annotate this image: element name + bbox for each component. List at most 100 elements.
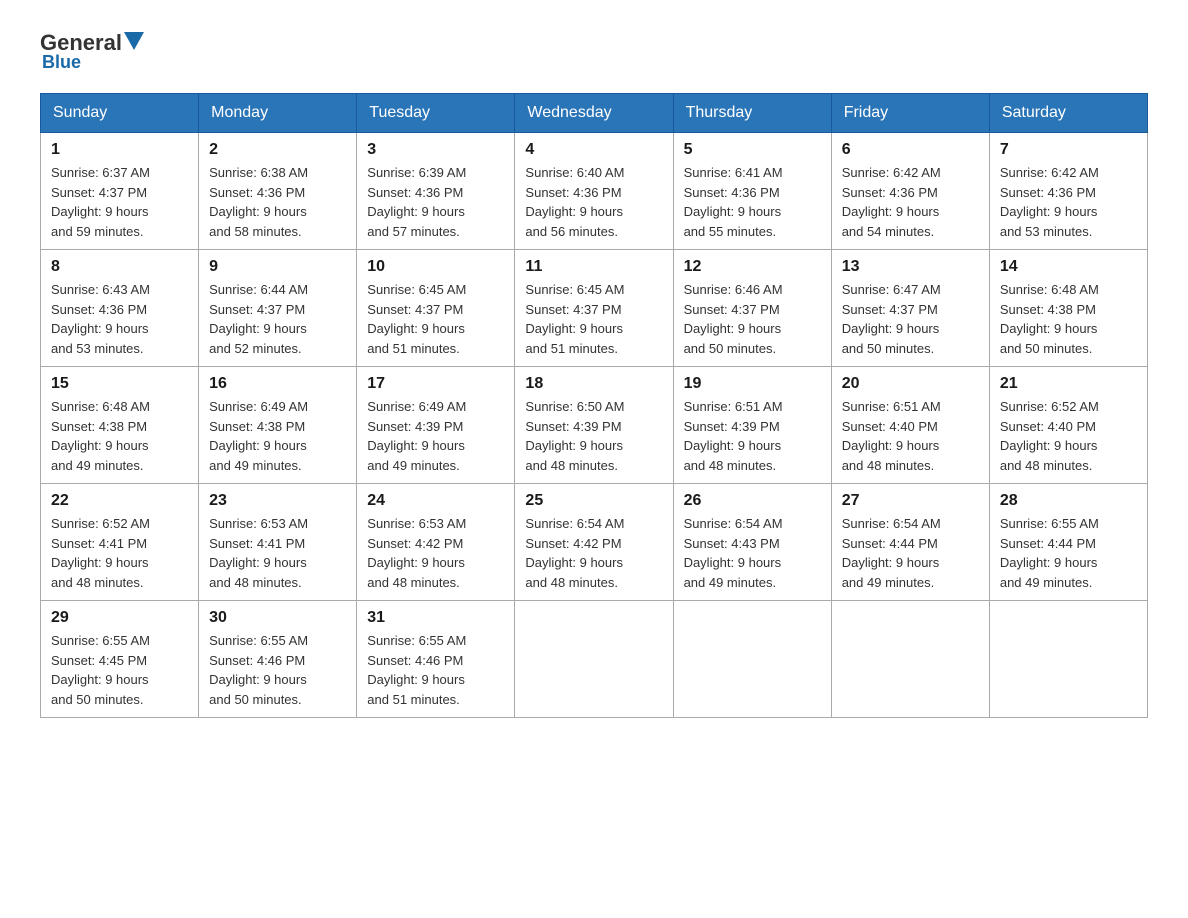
day-info: Sunrise: 6:45 AMSunset: 4:37 PMDaylight:… <box>367 280 504 358</box>
day-number: 9 <box>209 258 346 276</box>
day-cell-18: 18 Sunrise: 6:50 AMSunset: 4:39 PMDaylig… <box>515 367 673 484</box>
day-info: Sunrise: 6:49 AMSunset: 4:38 PMDaylight:… <box>209 397 346 475</box>
page-header: General Blue <box>40 30 1148 73</box>
day-number: 10 <box>367 258 504 276</box>
day-cell-6: 6 Sunrise: 6:42 AMSunset: 4:36 PMDayligh… <box>831 133 989 250</box>
calendar-week-2: 8 Sunrise: 6:43 AMSunset: 4:36 PMDayligh… <box>41 250 1148 367</box>
day-number: 29 <box>51 609 188 627</box>
day-cell-13: 13 Sunrise: 6:47 AMSunset: 4:37 PMDaylig… <box>831 250 989 367</box>
day-cell-25: 25 Sunrise: 6:54 AMSunset: 4:42 PMDaylig… <box>515 484 673 601</box>
day-number: 1 <box>51 141 188 159</box>
day-cell-23: 23 Sunrise: 6:53 AMSunset: 4:41 PMDaylig… <box>199 484 357 601</box>
day-number: 2 <box>209 141 346 159</box>
day-number: 8 <box>51 258 188 276</box>
empty-cell <box>989 601 1147 718</box>
calendar-table: SundayMondayTuesdayWednesdayThursdayFrid… <box>40 93 1148 718</box>
day-info: Sunrise: 6:46 AMSunset: 4:37 PMDaylight:… <box>684 280 821 358</box>
day-cell-28: 28 Sunrise: 6:55 AMSunset: 4:44 PMDaylig… <box>989 484 1147 601</box>
day-info: Sunrise: 6:38 AMSunset: 4:36 PMDaylight:… <box>209 163 346 241</box>
day-info: Sunrise: 6:51 AMSunset: 4:39 PMDaylight:… <box>684 397 821 475</box>
day-info: Sunrise: 6:39 AMSunset: 4:36 PMDaylight:… <box>367 163 504 241</box>
day-cell-30: 30 Sunrise: 6:55 AMSunset: 4:46 PMDaylig… <box>199 601 357 718</box>
day-cell-5: 5 Sunrise: 6:41 AMSunset: 4:36 PMDayligh… <box>673 133 831 250</box>
day-info: Sunrise: 6:44 AMSunset: 4:37 PMDaylight:… <box>209 280 346 358</box>
weekday-header-wednesday: Wednesday <box>515 94 673 133</box>
day-number: 11 <box>525 258 662 276</box>
day-number: 23 <box>209 492 346 510</box>
day-cell-2: 2 Sunrise: 6:38 AMSunset: 4:36 PMDayligh… <box>199 133 357 250</box>
empty-cell <box>673 601 831 718</box>
empty-cell <box>515 601 673 718</box>
day-number: 5 <box>684 141 821 159</box>
day-number: 18 <box>525 375 662 393</box>
day-number: 25 <box>525 492 662 510</box>
day-number: 7 <box>1000 141 1137 159</box>
day-number: 19 <box>684 375 821 393</box>
day-info: Sunrise: 6:48 AMSunset: 4:38 PMDaylight:… <box>1000 280 1137 358</box>
day-info: Sunrise: 6:42 AMSunset: 4:36 PMDaylight:… <box>842 163 979 241</box>
day-number: 16 <box>209 375 346 393</box>
day-cell-24: 24 Sunrise: 6:53 AMSunset: 4:42 PMDaylig… <box>357 484 515 601</box>
day-info: Sunrise: 6:45 AMSunset: 4:37 PMDaylight:… <box>525 280 662 358</box>
day-number: 27 <box>842 492 979 510</box>
day-number: 17 <box>367 375 504 393</box>
day-cell-16: 16 Sunrise: 6:49 AMSunset: 4:38 PMDaylig… <box>199 367 357 484</box>
day-cell-26: 26 Sunrise: 6:54 AMSunset: 4:43 PMDaylig… <box>673 484 831 601</box>
day-number: 21 <box>1000 375 1137 393</box>
day-info: Sunrise: 6:54 AMSunset: 4:44 PMDaylight:… <box>842 514 979 592</box>
day-number: 6 <box>842 141 979 159</box>
day-info: Sunrise: 6:41 AMSunset: 4:36 PMDaylight:… <box>684 163 821 241</box>
day-number: 20 <box>842 375 979 393</box>
day-cell-10: 10 Sunrise: 6:45 AMSunset: 4:37 PMDaylig… <box>357 250 515 367</box>
day-cell-12: 12 Sunrise: 6:46 AMSunset: 4:37 PMDaylig… <box>673 250 831 367</box>
day-cell-29: 29 Sunrise: 6:55 AMSunset: 4:45 PMDaylig… <box>41 601 199 718</box>
calendar-week-4: 22 Sunrise: 6:52 AMSunset: 4:41 PMDaylig… <box>41 484 1148 601</box>
day-cell-1: 1 Sunrise: 6:37 AMSunset: 4:37 PMDayligh… <box>41 133 199 250</box>
day-number: 15 <box>51 375 188 393</box>
day-number: 31 <box>367 609 504 627</box>
day-cell-27: 27 Sunrise: 6:54 AMSunset: 4:44 PMDaylig… <box>831 484 989 601</box>
weekday-header-monday: Monday <box>199 94 357 133</box>
day-number: 22 <box>51 492 188 510</box>
day-cell-3: 3 Sunrise: 6:39 AMSunset: 4:36 PMDayligh… <box>357 133 515 250</box>
empty-cell <box>831 601 989 718</box>
day-info: Sunrise: 6:55 AMSunset: 4:44 PMDaylight:… <box>1000 514 1137 592</box>
day-info: Sunrise: 6:37 AMSunset: 4:37 PMDaylight:… <box>51 163 188 241</box>
day-cell-15: 15 Sunrise: 6:48 AMSunset: 4:38 PMDaylig… <box>41 367 199 484</box>
day-info: Sunrise: 6:55 AMSunset: 4:46 PMDaylight:… <box>367 631 504 709</box>
day-info: Sunrise: 6:55 AMSunset: 4:46 PMDaylight:… <box>209 631 346 709</box>
calendar-week-5: 29 Sunrise: 6:55 AMSunset: 4:45 PMDaylig… <box>41 601 1148 718</box>
day-cell-21: 21 Sunrise: 6:52 AMSunset: 4:40 PMDaylig… <box>989 367 1147 484</box>
weekday-header-sunday: Sunday <box>41 94 199 133</box>
day-cell-22: 22 Sunrise: 6:52 AMSunset: 4:41 PMDaylig… <box>41 484 199 601</box>
day-info: Sunrise: 6:52 AMSunset: 4:41 PMDaylight:… <box>51 514 188 592</box>
day-number: 3 <box>367 141 504 159</box>
day-cell-20: 20 Sunrise: 6:51 AMSunset: 4:40 PMDaylig… <box>831 367 989 484</box>
day-number: 4 <box>525 141 662 159</box>
day-info: Sunrise: 6:53 AMSunset: 4:41 PMDaylight:… <box>209 514 346 592</box>
logo-blue-text: Blue <box>42 52 81 73</box>
day-info: Sunrise: 6:43 AMSunset: 4:36 PMDaylight:… <box>51 280 188 358</box>
day-number: 12 <box>684 258 821 276</box>
day-cell-31: 31 Sunrise: 6:55 AMSunset: 4:46 PMDaylig… <box>357 601 515 718</box>
day-cell-11: 11 Sunrise: 6:45 AMSunset: 4:37 PMDaylig… <box>515 250 673 367</box>
day-info: Sunrise: 6:54 AMSunset: 4:42 PMDaylight:… <box>525 514 662 592</box>
calendar-week-3: 15 Sunrise: 6:48 AMSunset: 4:38 PMDaylig… <box>41 367 1148 484</box>
weekday-header-friday: Friday <box>831 94 989 133</box>
day-info: Sunrise: 6:48 AMSunset: 4:38 PMDaylight:… <box>51 397 188 475</box>
day-cell-14: 14 Sunrise: 6:48 AMSunset: 4:38 PMDaylig… <box>989 250 1147 367</box>
day-info: Sunrise: 6:49 AMSunset: 4:39 PMDaylight:… <box>367 397 504 475</box>
day-info: Sunrise: 6:55 AMSunset: 4:45 PMDaylight:… <box>51 631 188 709</box>
day-info: Sunrise: 6:54 AMSunset: 4:43 PMDaylight:… <box>684 514 821 592</box>
weekday-header-row: SundayMondayTuesdayWednesdayThursdayFrid… <box>41 94 1148 133</box>
weekday-header-saturday: Saturday <box>989 94 1147 133</box>
day-info: Sunrise: 6:53 AMSunset: 4:42 PMDaylight:… <box>367 514 504 592</box>
day-info: Sunrise: 6:51 AMSunset: 4:40 PMDaylight:… <box>842 397 979 475</box>
day-number: 13 <box>842 258 979 276</box>
day-info: Sunrise: 6:42 AMSunset: 4:36 PMDaylight:… <box>1000 163 1137 241</box>
weekday-header-thursday: Thursday <box>673 94 831 133</box>
day-number: 14 <box>1000 258 1137 276</box>
day-cell-8: 8 Sunrise: 6:43 AMSunset: 4:36 PMDayligh… <box>41 250 199 367</box>
day-info: Sunrise: 6:40 AMSunset: 4:36 PMDaylight:… <box>525 163 662 241</box>
calendar-week-1: 1 Sunrise: 6:37 AMSunset: 4:37 PMDayligh… <box>41 133 1148 250</box>
